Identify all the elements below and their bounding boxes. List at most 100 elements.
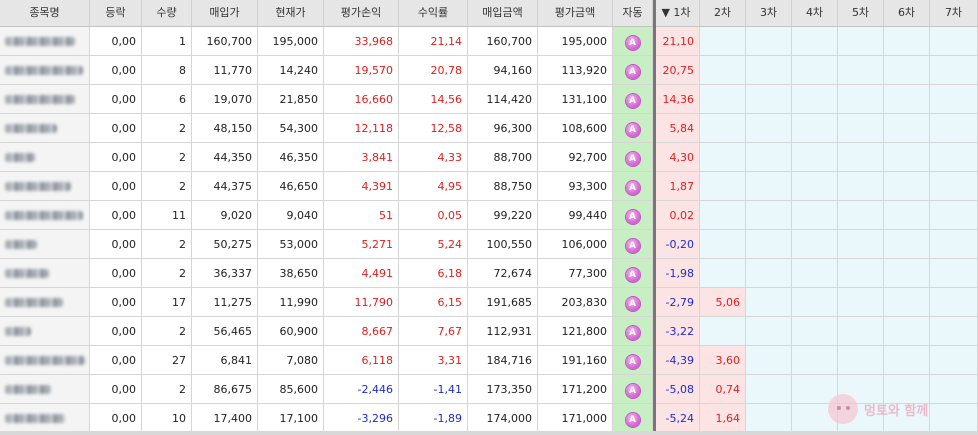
redacted-stock-name bbox=[5, 240, 37, 249]
grid-header: 종목명 등락 수량 매입가 현재가 평가손익 수익률 매입금액 평가금액 자동 ▼ 1차 2차 3차 4차… bbox=[0, 0, 978, 27]
column-header[interactable]: 6차 bbox=[884, 0, 930, 26]
auto-badge-icon[interactable]: A bbox=[625, 326, 640, 340]
table-row[interactable]: 0,00 2 36,337 38,650 4,491 6,18 72,674 77,300 A -… bbox=[0, 259, 978, 288]
auto-badge-icon[interactable]: A bbox=[625, 123, 640, 137]
stock-name-cell[interactable] bbox=[0, 346, 90, 375]
stage-1-cell: 0,02 bbox=[653, 201, 700, 230]
stock-name-cell[interactable] bbox=[0, 201, 90, 230]
redacted-stock-name bbox=[5, 182, 71, 191]
auto-badge-icon[interactable]: A bbox=[625, 297, 640, 311]
buy-amount-cell: 99,220 bbox=[468, 201, 538, 230]
auto-cell[interactable]: A bbox=[613, 85, 653, 114]
auto-cell[interactable]: A bbox=[613, 404, 653, 433]
auto-cell[interactable]: A bbox=[613, 56, 653, 85]
column-header[interactable]: 평가금액 bbox=[538, 0, 613, 26]
change-cell: 0,00 bbox=[90, 317, 142, 346]
auto-cell[interactable]: A bbox=[613, 375, 653, 404]
cur-price-cell: 11,990 bbox=[258, 288, 324, 317]
auto-badge-icon[interactable]: A bbox=[625, 268, 640, 282]
column-header[interactable]: 종목명 bbox=[0, 0, 90, 26]
stage-5-cell bbox=[838, 143, 884, 172]
table-row[interactable]: 0,00 27 6,841 7,080 6,118 3,31 184,716 191,160 A… bbox=[0, 346, 978, 375]
redacted-stock-name bbox=[5, 153, 35, 162]
stock-name-cell[interactable] bbox=[0, 404, 90, 433]
horizontal-scrollbar[interactable] bbox=[0, 431, 978, 435]
column-header[interactable]: 4차 bbox=[792, 0, 838, 26]
auto-cell[interactable]: A bbox=[613, 27, 653, 56]
table-row[interactable]: 0,00 17 11,275 11,990 11,790 6,15 191,685 203,8… bbox=[0, 288, 978, 317]
auto-cell[interactable]: A bbox=[613, 172, 653, 201]
auto-cell[interactable]: A bbox=[613, 346, 653, 375]
auto-badge-icon[interactable]: A bbox=[625, 384, 640, 398]
table-row[interactable]: 0,00 2 56,465 60,900 8,667 7,67 112,931 121,800… bbox=[0, 317, 978, 346]
column-header[interactable]: 등락 bbox=[90, 0, 142, 26]
column-header[interactable]: ▼ 1차 bbox=[653, 0, 700, 26]
column-header[interactable]: 자동 bbox=[613, 0, 653, 26]
rate-cell: 14,56 bbox=[399, 85, 468, 114]
auto-badge-icon[interactable]: A bbox=[625, 355, 640, 369]
rate-cell: 21,14 bbox=[399, 27, 468, 56]
auto-badge-icon[interactable]: A bbox=[625, 413, 640, 427]
stock-name-cell[interactable] bbox=[0, 143, 90, 172]
column-header[interactable]: 매입가 bbox=[192, 0, 258, 26]
column-header[interactable]: 매입금액 bbox=[468, 0, 538, 26]
table-row[interactable]: 0,00 2 44,375 46,650 4,391 4,95 88,750 93,300 A 1… bbox=[0, 172, 978, 201]
stock-name-cell[interactable] bbox=[0, 27, 90, 56]
stage-2-cell bbox=[700, 201, 746, 230]
stock-name-cell[interactable] bbox=[0, 172, 90, 201]
auto-cell[interactable]: A bbox=[613, 288, 653, 317]
change-cell: 0,00 bbox=[90, 346, 142, 375]
column-header[interactable]: 3차 bbox=[746, 0, 792, 26]
auto-badge-icon[interactable]: A bbox=[625, 239, 640, 253]
stock-name-cell[interactable] bbox=[0, 230, 90, 259]
auto-badge-icon[interactable]: A bbox=[625, 210, 640, 224]
auto-cell[interactable]: A bbox=[613, 201, 653, 230]
stock-name-cell[interactable] bbox=[0, 259, 90, 288]
stock-name-cell[interactable] bbox=[0, 114, 90, 143]
auto-badge-icon[interactable]: A bbox=[625, 181, 640, 195]
stage-2-cell bbox=[700, 143, 746, 172]
auto-badge-icon[interactable]: A bbox=[625, 94, 640, 108]
auto-cell[interactable]: A bbox=[613, 114, 653, 143]
stage-3-cell bbox=[746, 56, 792, 85]
cur-price-cell: 195,000 bbox=[258, 27, 324, 56]
stage-5-cell bbox=[838, 230, 884, 259]
column-header[interactable]: 5차 bbox=[838, 0, 884, 26]
buy-amount-cell: 174,000 bbox=[468, 404, 538, 433]
change-cell: 0,00 bbox=[90, 404, 142, 433]
column-divider[interactable] bbox=[653, 0, 656, 435]
auto-cell[interactable]: A bbox=[613, 317, 653, 346]
column-header[interactable]: 현재가 bbox=[258, 0, 324, 26]
cur-price-cell: 9,040 bbox=[258, 201, 324, 230]
table-row[interactable]: 0,00 1 160,700 195,000 33,968 21,14 160,700 195… bbox=[0, 27, 978, 56]
table-row[interactable]: 0,00 2 44,350 46,350 3,841 4,33 88,700 92,700 A 4… bbox=[0, 143, 978, 172]
stage-5-cell bbox=[838, 288, 884, 317]
column-header[interactable]: 수량 bbox=[142, 0, 192, 26]
stage-7-cell bbox=[930, 172, 978, 201]
stock-name-cell[interactable] bbox=[0, 317, 90, 346]
column-header[interactable]: 2차 bbox=[700, 0, 746, 26]
stage-3-cell bbox=[746, 317, 792, 346]
redacted-stock-name bbox=[5, 356, 85, 365]
table-row[interactable]: 0,00 2 48,150 54,300 12,118 12,58 96,300 108,60… bbox=[0, 114, 978, 143]
stock-name-cell[interactable] bbox=[0, 85, 90, 114]
auto-cell[interactable]: A bbox=[613, 143, 653, 172]
column-header[interactable]: 수익률 bbox=[399, 0, 468, 26]
auto-badge-icon[interactable]: A bbox=[625, 36, 640, 50]
table-row[interactable]: 0,00 11 9,020 9,040 51 0,05 99,220 99,440 A 0,02 bbox=[0, 201, 978, 230]
table-row[interactable]: 0,00 6 19,070 21,850 16,660 14,56 114,420 131,1… bbox=[0, 85, 978, 114]
stock-name-cell[interactable] bbox=[0, 375, 90, 404]
rate-cell: 4,33 bbox=[399, 143, 468, 172]
buy-price-cell: 86,675 bbox=[192, 375, 258, 404]
column-header[interactable]: 7차 bbox=[930, 0, 978, 26]
auto-badge-icon[interactable]: A bbox=[625, 152, 640, 166]
auto-cell[interactable]: A bbox=[613, 230, 653, 259]
stock-name-cell[interactable] bbox=[0, 56, 90, 85]
table-row[interactable]: 0,00 8 11,770 14,240 19,570 20,78 94,160 113,92… bbox=[0, 56, 978, 85]
column-header[interactable]: 평가손익 bbox=[324, 0, 399, 26]
auto-cell[interactable]: A bbox=[613, 259, 653, 288]
table-row[interactable]: 0,00 2 50,275 53,000 5,271 5,24 100,550 106,000… bbox=[0, 230, 978, 259]
stock-name-cell[interactable] bbox=[0, 288, 90, 317]
buy-price-cell: 48,150 bbox=[192, 114, 258, 143]
auto-badge-icon[interactable]: A bbox=[625, 65, 640, 79]
